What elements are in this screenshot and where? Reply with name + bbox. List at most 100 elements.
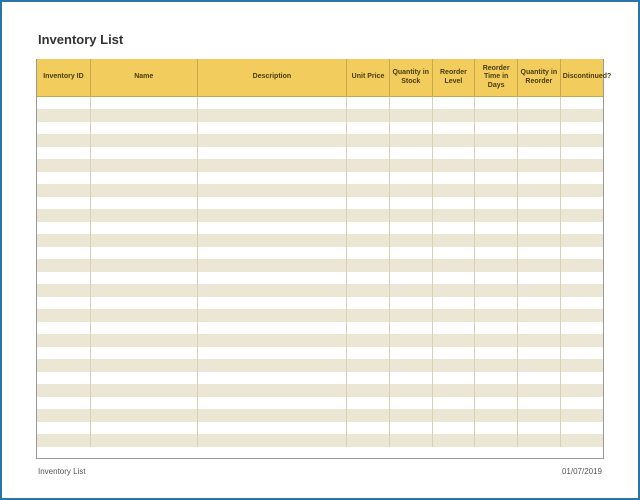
table-cell [389,159,432,172]
table-row [37,334,603,347]
table-cell [432,259,475,272]
table-cell [347,259,390,272]
table-cell [90,222,197,235]
table-cell [37,297,90,310]
table-cell [37,409,90,422]
table-cell [432,322,475,335]
table-cell [432,122,475,135]
table-cell [475,409,518,422]
table-cell [389,284,432,297]
table-cell [560,97,603,110]
table-cell [432,297,475,310]
col-name: Name [90,59,197,97]
inventory-table-wrap: Inventory ID Name Description Unit Price… [36,59,604,459]
table-cell [90,309,197,322]
table-row [37,247,603,260]
table-cell [347,222,390,235]
table-cell [432,397,475,410]
table-cell [517,284,560,297]
table-cell [90,297,197,310]
table-cell [432,409,475,422]
table-row [37,234,603,247]
table-cell [517,334,560,347]
table-cell [560,247,603,260]
table-cell [432,272,475,285]
table-cell [560,384,603,397]
table-cell [347,347,390,360]
table-cell [560,147,603,160]
table-cell [389,259,432,272]
table-row [37,359,603,372]
table-cell [475,209,518,222]
table-cell [37,222,90,235]
table-cell [432,359,475,372]
table-cell [432,284,475,297]
table-cell [389,197,432,210]
table-cell [37,334,90,347]
table-cell [389,409,432,422]
table-cell [37,284,90,297]
table-cell [197,372,347,385]
table-cell [347,97,390,110]
table-cell [560,372,603,385]
table-cell [37,234,90,247]
col-reorder-time: Reorder Time in Days [475,59,518,97]
table-cell [475,109,518,122]
table-cell [197,297,347,310]
table-cell [197,184,347,197]
table-cell [197,397,347,410]
table-cell [90,322,197,335]
table-cell [90,147,197,160]
table-cell [90,259,197,272]
col-reorder-level: Reorder Level [432,59,475,97]
col-qty-stock: Quantity in Stock [389,59,432,97]
footer-right: 01/07/2019 [562,467,602,476]
table-cell [560,159,603,172]
table-cell [432,309,475,322]
col-unit-price: Unit Price [347,59,390,97]
inventory-table: Inventory ID Name Description Unit Price… [37,59,603,447]
table-cell [560,409,603,422]
table-row [37,122,603,135]
table-cell [37,109,90,122]
table-cell [432,172,475,185]
table-cell [90,347,197,360]
table-cell [517,309,560,322]
table-row [37,422,603,435]
table-cell [347,297,390,310]
table-cell [560,347,603,360]
table-cell [475,372,518,385]
table-cell [517,422,560,435]
table-cell [432,159,475,172]
table-cell [475,259,518,272]
table-cell [560,322,603,335]
table-cell [37,372,90,385]
table-cell [475,222,518,235]
table-cell [347,272,390,285]
table-row [37,147,603,160]
table-row [37,134,603,147]
table-row [37,297,603,310]
table-cell [347,359,390,372]
table-cell [389,209,432,222]
table-cell [475,422,518,435]
table-cell [517,397,560,410]
table-cell [90,134,197,147]
table-cell [347,172,390,185]
table-cell [517,434,560,447]
table-cell [517,359,560,372]
table-cell [517,134,560,147]
table-cell [347,109,390,122]
table-cell [517,347,560,360]
table-cell [90,172,197,185]
table-cell [475,359,518,372]
table-cell [432,184,475,197]
page-footer: Inventory List 01/07/2019 [36,459,604,476]
table-cell [475,397,518,410]
table-cell [197,122,347,135]
table-cell [432,347,475,360]
table-cell [90,234,197,247]
table-cell [389,309,432,322]
table-cell [347,309,390,322]
table-cell [197,134,347,147]
